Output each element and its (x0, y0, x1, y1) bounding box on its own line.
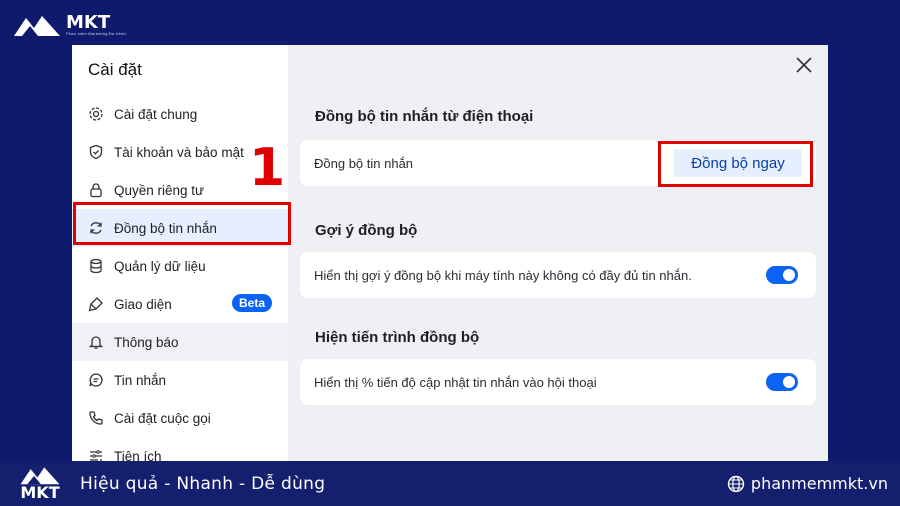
nav-item-label: Cài đặt cuộc gọi (114, 410, 211, 426)
nav-item-label: Cài đặt chung (114, 106, 198, 122)
nav-item-label: Quản lý dữ liệu (114, 258, 206, 274)
chat-bubble-icon (89, 373, 103, 387)
nav-item-label: Tin nhắn (114, 372, 167, 388)
annotation-box-1 (73, 202, 291, 245)
nav-item-notifications[interactable]: Thông báo (72, 323, 288, 361)
brand-tagline: Phần mềm Marketing Đa Kênh (66, 30, 126, 36)
banner-website-text: phanmemmkt.vn (750, 474, 888, 493)
beta-badge: Beta (231, 294, 272, 312)
card-sync-progress: Hiển thị % tiến độ cập nhật tin nhắn vào… (300, 359, 816, 405)
paintbrush-icon (88, 297, 103, 312)
nav-item-label: Giao diện (114, 296, 172, 312)
section-title-sync-from-phone: Đồng bộ tin nhắn từ điện thoại (315, 108, 534, 125)
toggle-knob (783, 269, 795, 281)
bottom-banner: MKT Hiệu quả - Nhanh - Dễ dùng phanmemmk… (0, 461, 900, 506)
lock-icon (90, 183, 102, 198)
sync-suggestion-toggle[interactable] (766, 266, 798, 284)
nav-item-label: Thông báo (114, 334, 179, 350)
banner-slogan: Hiệu quả - Nhanh - Dễ dùng (80, 474, 326, 494)
settings-content: 2 Đồng bộ tin nhắn từ điện thoại Đồng bộ… (288, 45, 828, 461)
nav-item-utilities[interactable]: Tiện ích (72, 437, 288, 461)
nav-item-data-management[interactable]: Quản lý dữ liệu (72, 247, 288, 285)
nav-item-label: Tiện ích (114, 448, 162, 462)
utility-icon (90, 450, 102, 461)
nav-item-general[interactable]: Cài đặt chung (72, 95, 288, 133)
phone-icon (89, 411, 103, 425)
brand-name: MKT (66, 11, 111, 33)
database-icon (90, 258, 102, 274)
settings-sidebar: Cài đặt Cài đặt chung Tài khoản và bảo m… (72, 45, 291, 461)
section-title-sync-suggestion: Gợi ý đồng bộ (315, 222, 418, 239)
brand-logo: MKT Phần mềm Marketing Đa Kênh (12, 12, 126, 38)
banner-logo: MKT (18, 464, 62, 502)
nav-item-call-settings[interactable]: Cài đặt cuộc gọi (72, 399, 288, 437)
nav-item-label: Quyền riêng tư (114, 182, 205, 198)
shield-icon (89, 144, 103, 160)
row-label: Hiển thị gợi ý đồng bộ khi máy tính này … (314, 267, 692, 283)
globe-icon (727, 475, 745, 492)
banner-website[interactable]: phanmemmkt.vn (727, 474, 888, 493)
mkt-mountain-icon (14, 16, 60, 36)
toggle-knob (783, 376, 795, 388)
annotation-step-1: 1 (249, 138, 286, 198)
card-sync-suggestion: Hiển thị gợi ý đồng bộ khi máy tính này … (300, 252, 816, 298)
banner-logo-text: MKT (20, 483, 60, 502)
nav-item-messages[interactable]: Tin nhắn (72, 361, 288, 399)
bell-icon (88, 336, 104, 349)
gear-icon (89, 107, 103, 121)
nav-item-label: Tài khoản và bảo mật (114, 144, 244, 160)
settings-dialog: Cài đặt Cài đặt chung Tài khoản và bảo m… (72, 45, 828, 461)
row-label: Hiển thị % tiến độ cập nhật tin nhắn vào… (314, 374, 597, 390)
sync-progress-toggle[interactable] (766, 373, 798, 391)
section-title-sync-progress: Hiện tiến trình đồng bộ (315, 329, 480, 346)
dialog-title: Cài đặt (88, 60, 142, 79)
annotation-box-2 (658, 141, 813, 187)
nav-item-appearance[interactable]: Giao diện Beta (72, 285, 288, 323)
row-label: Đồng bộ tin nhắn (314, 155, 414, 171)
